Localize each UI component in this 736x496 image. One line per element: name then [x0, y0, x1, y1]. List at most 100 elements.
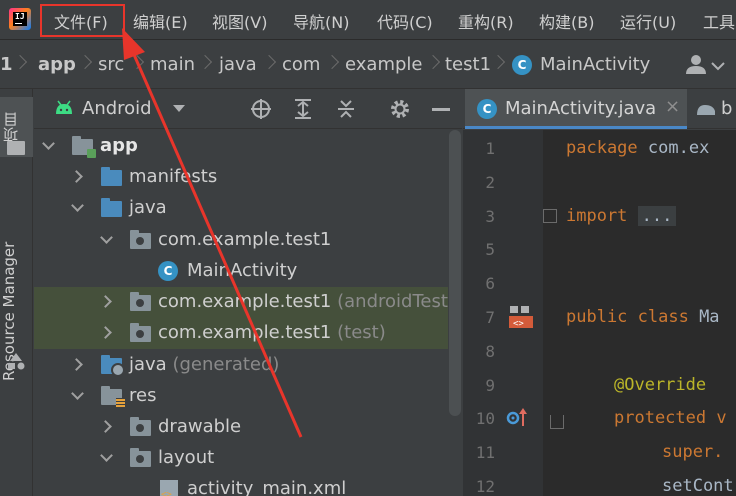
package-icon — [130, 323, 151, 342]
tree-item-manifests[interactable]: manifests — [34, 162, 448, 193]
code-keyword: public class — [566, 307, 689, 327]
project-panel-header: Android — [34, 89, 462, 129]
expand-arrow-icon[interactable] — [100, 295, 112, 307]
tree-item-label: app — [100, 135, 138, 156]
project-tree: app manifests java com.example.test1 C M… — [34, 130, 462, 496]
tree-item-label: com.example.test1 — [158, 291, 332, 312]
tree-item-package-test[interactable]: com.example.test1 (test) — [34, 318, 448, 349]
line-number: 2 — [485, 173, 495, 192]
tree-item-package-androidtest[interactable]: com.example.test1 (androidTest) — [34, 287, 455, 318]
breadcrumb-item-java[interactable]: java — [219, 54, 257, 75]
code-text: setCont — [662, 476, 734, 496]
tree-item-layout[interactable]: layout — [34, 443, 448, 474]
tab-mainactivity-java[interactable]: C MainActivity.java × — [465, 89, 687, 129]
tree-item-package-main[interactable]: com.example.test1 — [34, 225, 448, 256]
collapse-all-icon[interactable] — [335, 98, 357, 120]
folder-icon — [101, 198, 122, 217]
folded-region[interactable]: ... — [637, 206, 677, 226]
fold-marker-icon[interactable] — [550, 415, 564, 429]
gear-icon[interactable] — [389, 98, 411, 120]
tree-item-label: com.example.test1 — [158, 229, 332, 250]
tab-resource-manager[interactable]: Resource Manager — [0, 189, 33, 434]
code-line-10: protected v — [614, 408, 727, 428]
breadcrumb-separator-icon — [327, 52, 337, 76]
breadcrumb-item-main[interactable]: main — [150, 54, 195, 75]
menu-edit[interactable]: 编辑(E) — [133, 9, 188, 33]
breadcrumb-item-mainactivity[interactable]: MainActivity — [540, 54, 650, 75]
tab-label-gradle[interactable]: b — [721, 98, 732, 119]
line-number: 3 — [485, 207, 495, 226]
tab-label: MainActivity.java — [505, 98, 657, 119]
menu-build[interactable]: 构建(B) — [539, 9, 594, 33]
menu-tools[interactable]: 工具 — [703, 9, 735, 33]
expand-arrow-icon[interactable] — [71, 170, 83, 182]
project-view-selector[interactable]: Android — [82, 98, 152, 119]
expand-arrow-icon[interactable] — [71, 358, 83, 370]
project-tree-scrollbar[interactable] — [449, 130, 461, 416]
collapse-arrow-icon[interactable] — [100, 233, 112, 245]
menu-run[interactable]: 运行(U) — [620, 9, 676, 33]
override-gutter-icon[interactable] — [505, 406, 529, 428]
breadcrumb-item-src[interactable]: src — [98, 54, 124, 75]
breadcrumb-separator-icon — [428, 52, 438, 76]
code-editor[interactable]: package com.ex import ... public class M… — [543, 130, 736, 496]
breadcrumb-separator-icon — [15, 52, 25, 76]
line-number: 9 — [485, 376, 495, 395]
tree-item-drawable[interactable]: drawable — [34, 412, 448, 443]
user-icon[interactable] — [684, 53, 728, 77]
expand-arrow-icon[interactable] — [100, 326, 112, 338]
project-folder-icon — [7, 141, 25, 155]
tree-item-suffix: (androidTest) — [331, 291, 455, 312]
minimize-icon[interactable] — [432, 108, 450, 111]
collapse-arrow-icon[interactable] — [100, 451, 112, 463]
fold-toggle-icon[interactable] — [543, 209, 557, 223]
collapse-arrow-icon[interactable] — [71, 201, 83, 213]
breadcrumb-item-test1[interactable]: test1 — [445, 54, 491, 75]
code-line-7: public class Ma — [566, 307, 720, 327]
breadcrumb-separator-icon — [132, 52, 142, 76]
line-number: 8 — [485, 342, 495, 361]
code-keyword: protected — [614, 408, 707, 428]
collapse-arrow-icon[interactable] — [71, 389, 83, 401]
breadcrumb-item-app[interactable]: app — [38, 54, 76, 75]
close-icon[interactable]: × — [665, 96, 680, 117]
breadcrumb-item-example[interactable]: example — [345, 54, 422, 75]
code-line-1: package com.ex — [566, 138, 709, 158]
collapse-arrow-icon[interactable] — [42, 139, 54, 151]
tree-item-activity-main-xml[interactable]: activity_main.xml — [34, 474, 448, 496]
tree-item-java[interactable]: java — [34, 193, 448, 224]
tree-item-res[interactable]: res — [34, 381, 448, 412]
left-tool-strip: 项目 Resource Manager — [0, 89, 33, 496]
tree-item-label: drawable — [158, 416, 242, 437]
menu-navigate[interactable]: 导航(N) — [293, 9, 349, 33]
expand-arrow-icon[interactable] — [100, 420, 112, 432]
code-text: Ma — [688, 307, 720, 327]
menu-refactor[interactable]: 重构(R) — [458, 9, 514, 33]
expand-all-icon[interactable] — [292, 98, 314, 120]
locate-icon[interactable] — [250, 98, 272, 120]
tree-item-mainactivity[interactable]: C MainActivity — [34, 256, 448, 287]
tree-item-app[interactable]: app — [34, 131, 448, 162]
code-line-9: @Override — [614, 375, 706, 395]
tree-item-label: MainActivity — [187, 260, 298, 281]
code-keyword: import — [566, 206, 628, 226]
menu-code[interactable]: 代码(C) — [377, 9, 433, 33]
gradle-icon — [697, 105, 715, 115]
code-keyword: package — [566, 138, 638, 158]
package-icon — [130, 230, 151, 249]
breadcrumb: 1 app src main java com example test1 C … — [0, 41, 736, 89]
xml-file-icon — [160, 480, 178, 496]
tree-item-java-generated[interactable]: java (generated) — [34, 350, 448, 381]
svg-text:<>: <> — [513, 319, 524, 329]
code-keyword: super. — [662, 442, 724, 462]
breadcrumb-item-com[interactable]: com — [282, 54, 320, 75]
menu-view[interactable]: 视图(V) — [212, 9, 267, 33]
tree-item-label: layout — [158, 447, 215, 468]
tab-project-label: 项目 — [2, 112, 20, 142]
breadcrumb-separator-icon — [264, 52, 274, 76]
breadcrumb-item-project[interactable]: 1 — [0, 54, 13, 75]
chevron-down-icon[interactable] — [172, 103, 186, 113]
line-number: 11 — [475, 443, 495, 462]
activity-gutter-icon[interactable]: <> — [508, 304, 534, 330]
tree-item-suffix: (test) — [331, 322, 386, 343]
